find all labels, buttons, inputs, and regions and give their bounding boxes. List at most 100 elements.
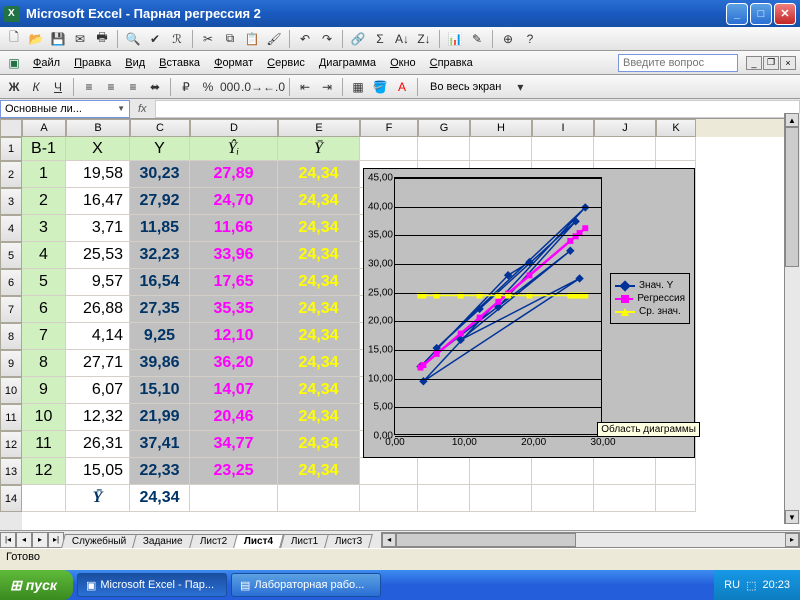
cell[interactable]: [418, 137, 470, 161]
mail-icon[interactable]: ✉: [70, 29, 90, 49]
start-button[interactable]: ⊞ пуск: [0, 570, 73, 600]
column-header-D[interactable]: D: [190, 119, 278, 137]
comma-icon[interactable]: 000: [220, 77, 240, 97]
cell[interactable]: [594, 137, 656, 161]
row-header-8[interactable]: 8: [0, 323, 22, 350]
column-header-K[interactable]: K: [656, 119, 696, 137]
cell[interactable]: 24,34: [278, 188, 360, 215]
row-header-1[interactable]: 1: [0, 137, 22, 161]
cell[interactable]: [532, 458, 594, 485]
toolbar-options-icon[interactable]: ▾: [510, 77, 530, 97]
sheet-tab-Задание[interactable]: Задание: [132, 534, 193, 548]
cell[interactable]: [360, 458, 418, 485]
decrease-decimal-icon[interactable]: ←.0: [264, 77, 284, 97]
cell[interactable]: 24,34: [278, 269, 360, 296]
drawing-icon[interactable]: ✎: [467, 29, 487, 49]
chart-object[interactable]: 0,005,0010,0015,0020,0025,0030,0035,0040…: [363, 168, 695, 458]
zoom-icon[interactable]: ⊕: [498, 29, 518, 49]
cell[interactable]: [532, 485, 594, 512]
increase-decimal-icon[interactable]: .0→: [242, 77, 262, 97]
cell[interactable]: [360, 137, 418, 161]
scroll-up-icon[interactable]: ▲: [785, 113, 799, 127]
borders-icon[interactable]: ▦: [348, 77, 368, 97]
tab-next-icon[interactable]: ▸: [32, 532, 48, 548]
cell[interactable]: 21,99: [130, 404, 190, 431]
legend-item[interactable]: Знач. Y: [615, 280, 685, 291]
cell[interactable]: 27,71: [66, 350, 130, 377]
column-header-E[interactable]: E: [278, 119, 360, 137]
cell[interactable]: 24,34: [278, 242, 360, 269]
currency-icon[interactable]: ₽: [176, 77, 196, 97]
sheet-tab-Лист2[interactable]: Лист2: [189, 534, 238, 548]
cell[interactable]: 26,88: [66, 296, 130, 323]
cell[interactable]: 24,34: [278, 458, 360, 485]
help-icon[interactable]: ?: [520, 29, 540, 49]
cell[interactable]: 3: [22, 215, 66, 242]
menu-Файл[interactable]: Файл: [26, 54, 67, 72]
cell[interactable]: 7: [22, 323, 66, 350]
cell[interactable]: 26,31: [66, 431, 130, 458]
mdi-close-button[interactable]: ×: [780, 56, 796, 70]
new-icon[interactable]: 🗋: [4, 29, 24, 49]
cell[interactable]: [594, 485, 656, 512]
fx-label[interactable]: fx: [138, 103, 147, 115]
cell[interactable]: 4: [22, 242, 66, 269]
sheet-tab-Служебный[interactable]: Служебный: [61, 534, 137, 548]
cell[interactable]: 37,41: [130, 431, 190, 458]
ask-question-box[interactable]: [618, 54, 738, 72]
select-all-corner[interactable]: [0, 119, 22, 137]
chart-plot-area[interactable]: 0,005,0010,0015,0020,0025,0030,0035,0040…: [394, 177, 602, 435]
cell[interactable]: Ȳ: [66, 485, 130, 512]
row-header-2[interactable]: 2: [0, 161, 22, 188]
cell[interactable]: [418, 485, 470, 512]
taskbar-item[interactable]: ▤Лабораторная рабо...: [231, 573, 381, 597]
print-icon[interactable]: 🖶: [92, 29, 112, 49]
cell[interactable]: 39,86: [130, 350, 190, 377]
percent-icon[interactable]: %: [198, 77, 218, 97]
excel-control-icon[interactable]: ▣: [4, 53, 24, 73]
cell[interactable]: [418, 458, 470, 485]
cell[interactable]: 6: [22, 296, 66, 323]
cell[interactable]: 23,25: [190, 458, 278, 485]
mdi-minimize-button[interactable]: _: [746, 56, 762, 70]
cell[interactable]: 35,35: [190, 296, 278, 323]
row-header-7[interactable]: 7: [0, 296, 22, 323]
menu-Сервис[interactable]: Сервис: [260, 54, 312, 72]
align-right-icon[interactable]: ≡: [123, 77, 143, 97]
cell[interactable]: 27,89: [190, 161, 278, 188]
cell[interactable]: [470, 458, 532, 485]
increase-indent-icon[interactable]: ⇥: [317, 77, 337, 97]
column-header-G[interactable]: G: [418, 119, 470, 137]
cell[interactable]: 24,70: [190, 188, 278, 215]
cell[interactable]: [656, 458, 696, 485]
hscroll-thumb[interactable]: [396, 533, 576, 547]
decrease-indent-icon[interactable]: ⇤: [295, 77, 315, 97]
cell[interactable]: 33,96: [190, 242, 278, 269]
chart-wizard-icon[interactable]: 📊: [445, 29, 465, 49]
cell[interactable]: 25,53: [66, 242, 130, 269]
cell[interactable]: X: [66, 137, 130, 161]
redo-icon[interactable]: ↷: [317, 29, 337, 49]
menu-Окно[interactable]: Окно: [383, 54, 423, 72]
align-center-icon[interactable]: ≡: [101, 77, 121, 97]
cell[interactable]: 4,14: [66, 323, 130, 350]
maximize-button[interactable]: □: [750, 3, 772, 25]
taskbar-item[interactable]: ▣Microsoft Excel - Пар...: [77, 573, 227, 597]
cell[interactable]: 27,92: [130, 188, 190, 215]
cell[interactable]: 15,05: [66, 458, 130, 485]
system-tray[interactable]: RU ⬚ 20:23: [714, 570, 800, 600]
cell[interactable]: 24,34: [278, 161, 360, 188]
cell[interactable]: 17,65: [190, 269, 278, 296]
tray-icon[interactable]: ⬚: [746, 579, 756, 592]
cell[interactable]: 9,25: [130, 323, 190, 350]
hyperlink-icon[interactable]: 🔗: [348, 29, 368, 49]
column-header-F[interactable]: F: [360, 119, 418, 137]
scroll-down-icon[interactable]: ▼: [785, 510, 799, 524]
legend-item[interactable]: Регрессия: [615, 293, 685, 304]
column-header-I[interactable]: I: [532, 119, 594, 137]
menu-Диаграмма[interactable]: Диаграмма: [312, 54, 383, 72]
close-button[interactable]: ✕: [774, 3, 796, 25]
row-header-5[interactable]: 5: [0, 242, 22, 269]
row-header-3[interactable]: 3: [0, 188, 22, 215]
cell[interactable]: 24,34: [278, 404, 360, 431]
